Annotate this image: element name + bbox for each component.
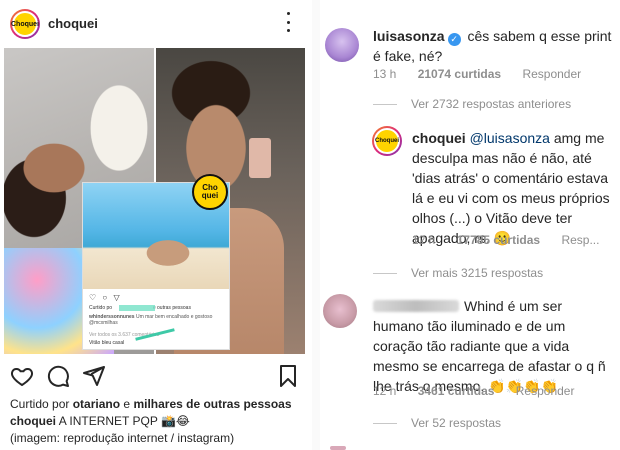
liked-by-and: e [123, 397, 131, 411]
avatar-text: Choquei [11, 11, 39, 37]
share-icon[interactable] [82, 364, 106, 388]
comment-meta: 12 h 3461 curtidas Responder [373, 384, 592, 398]
comment-username[interactable]: choquei [412, 130, 466, 146]
reply-button[interactable]: Responder [522, 67, 581, 81]
post-author-avatar[interactable]: Choquei [10, 9, 40, 39]
more-options-icon[interactable] [285, 12, 291, 32]
comment-likes[interactable]: 3461 curtidas [418, 384, 495, 398]
image-credit: (imagem: reprodução internet / instagram… [10, 431, 235, 445]
liked-by-prefix: Curtido por [10, 397, 70, 411]
liked-by-line: Curtido por otariano e milhares de outra… [10, 397, 292, 411]
comment-time: 13 h [373, 67, 397, 81]
inset-comment: Vitão bleu casal [89, 340, 125, 346]
luisasonza-avatar[interactable] [325, 28, 359, 62]
replies-line [373, 423, 397, 425]
avatar-text: Choquei [374, 128, 400, 154]
comment-icon[interactable] [46, 364, 70, 388]
view-previous-replies-label: Ver 2732 respostas anteriores [411, 97, 572, 111]
comment-meta: 12 h 17785 curtidas Resp... [412, 233, 617, 247]
view-replies-label: Ver 52 respostas [411, 416, 502, 430]
next-comment-avatar-hint [330, 446, 346, 450]
panel-divider [312, 0, 320, 450]
view-replies[interactable]: Ver 52 respostas [373, 416, 501, 430]
caption-username[interactable]: choquei [10, 414, 56, 428]
blurred-username [373, 300, 459, 312]
comment-likes[interactable]: 17785 curtidas [457, 233, 540, 247]
inset-liked-prefix: Curtido po [89, 305, 113, 311]
post-author-username[interactable]: choquei [48, 16, 98, 31]
post-actions [10, 364, 300, 388]
comment-time: 12 h [373, 384, 397, 398]
commenter-avatar[interactable] [323, 294, 357, 328]
view-previous-replies[interactable]: Ver 2732 respostas anteriores [373, 97, 571, 111]
inset-liked-suffix: e outras pessoas [152, 305, 191, 311]
inset-action-icons: ♡ ○ ▽ [89, 293, 122, 302]
comment-whindersson: Whind é um ser humano tão iluminado e de… [373, 296, 613, 396]
reply-button[interactable]: Resp... [561, 233, 599, 247]
comment-meta: 13 h 21074 curtidas Responder [373, 67, 599, 81]
comment-text: Whind é um ser humano tão iluminado e de… [373, 298, 606, 394]
comment-mention[interactable]: @luisasonza [470, 130, 550, 146]
replies-line [373, 273, 397, 275]
comment-text: amg me desculpa mas não é não, até 'dias… [412, 130, 610, 246]
inset-redaction [119, 305, 155, 311]
comment-likes[interactable]: 21074 curtidas [418, 67, 501, 81]
caption-text: A INTERNET PQP 📸😂 [58, 414, 190, 428]
choquei-reply-avatar[interactable]: Choquei [372, 126, 402, 156]
liked-by-rest[interactable]: milhares de outras pessoas [133, 397, 291, 411]
inset-caption: whinderssonnunes Um mar bem encalhado e … [89, 314, 225, 326]
badge-line-2: quei [201, 191, 219, 200]
comment-username[interactable]: luisasonza [373, 28, 445, 44]
reply-button[interactable]: Responder [516, 384, 575, 398]
view-more-replies-label: Ver mais 3215 respostas [411, 266, 544, 280]
comment-luisasonza: luisasonza ✓ cês sabem q esse print é fak… [373, 26, 613, 66]
selfie-phone [249, 138, 271, 178]
heart-icon[interactable] [10, 364, 34, 388]
choquei-badge-logo: Cho quei [192, 174, 228, 210]
view-more-replies[interactable]: Ver mais 3215 respostas [373, 266, 543, 280]
liked-by-user[interactable]: otariano [73, 397, 120, 411]
bookmark-icon[interactable] [276, 364, 300, 388]
instagram-post: Choquei choquei ♡ ○ ▽ Curtido po e outra… [0, 0, 312, 450]
verified-badge-icon: ✓ [447, 33, 461, 46]
comment-choquei-reply: choquei @luisasonza amg me desculpa mas … [412, 128, 616, 248]
post-caption: choquei A INTERNET PQP 📸😂 [10, 414, 190, 428]
comment-time: 12 h [412, 233, 436, 247]
replies-line [373, 104, 397, 106]
